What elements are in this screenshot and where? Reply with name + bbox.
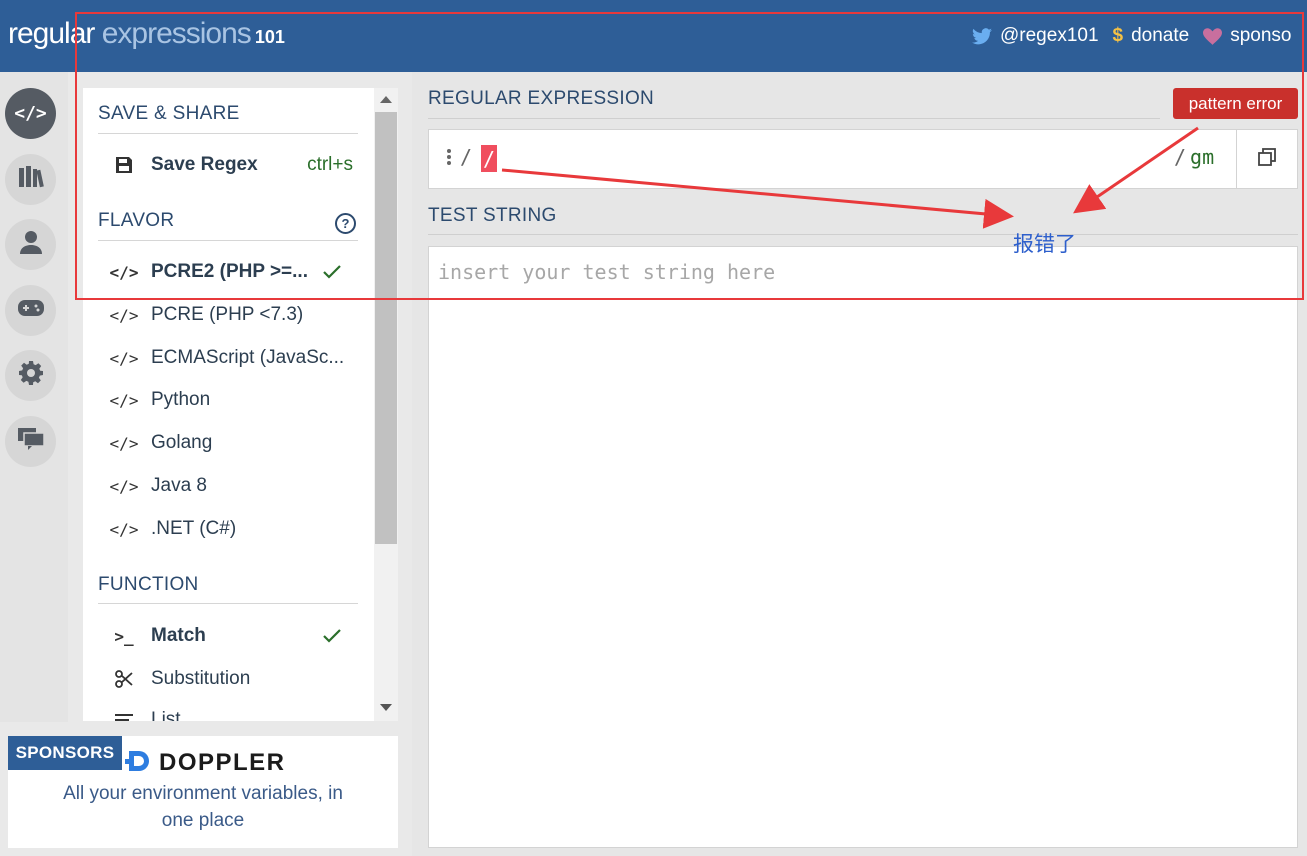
- divider: [428, 118, 1160, 119]
- regex-input[interactable]: /: [481, 145, 497, 172]
- twitter-link[interactable]: @regex101: [972, 25, 1099, 47]
- regex-close-delimiter: /: [1174, 145, 1187, 169]
- flavor-label: ECMAScript (JavaSc...: [151, 347, 345, 368]
- donate-label: donate: [1131, 25, 1190, 46]
- rail-button-settings[interactable]: [5, 350, 56, 401]
- sidebar-panel: SAVE & SHARE Save Regex ctrl+s FLAVOR ? …: [83, 88, 398, 721]
- code-icon: </>: [109, 305, 139, 325]
- flavor-pcre2[interactable]: </> PCRE2 (PHP >=...: [109, 255, 353, 289]
- flavor-dotnet[interactable]: </> .NET (C#): [109, 512, 353, 546]
- test-string-label: TEST STRING: [428, 205, 557, 226]
- sponsors-tag: SPONSORS: [8, 736, 122, 770]
- function-match[interactable]: >_ Match: [113, 619, 353, 653]
- twitter-label: @regex101: [1000, 25, 1099, 46]
- save-regex-button[interactable]: Save Regex ctrl+s: [113, 148, 353, 182]
- save-shortcut: ctrl+s: [307, 154, 353, 175]
- user-icon: [19, 230, 42, 259]
- sponsor-line: one place: [161, 810, 245, 831]
- check-icon: [323, 265, 341, 279]
- twitter-icon: [972, 27, 992, 45]
- library-icon: [18, 165, 44, 194]
- heart-icon: [1203, 27, 1223, 45]
- code-icon: </>: [109, 433, 139, 453]
- function-title: FUNCTION: [98, 574, 199, 595]
- flavor-label: Java 8: [151, 475, 207, 496]
- sponsor-line: All your environment variables, in: [63, 783, 343, 804]
- regex-open-delimiter: /: [460, 145, 473, 169]
- flavor-label: Golang: [151, 432, 213, 453]
- test-string-input[interactable]: [428, 246, 1298, 848]
- help-icon[interactable]: ?: [335, 213, 356, 234]
- annotation-label: 报错了: [1013, 232, 1076, 256]
- divider: [98, 603, 358, 604]
- function-label: Substitution: [151, 668, 251, 689]
- sponsor-link[interactable]: sponso: [1203, 25, 1292, 47]
- rail-button-quiz[interactable]: [5, 285, 56, 336]
- rail-button-editor[interactable]: </>: [5, 88, 56, 139]
- logo-expressions: expressions: [94, 17, 252, 50]
- rail-button-library[interactable]: [5, 154, 56, 205]
- code-icon: </>: [109, 348, 139, 368]
- regex-flags[interactable]: / gm: [1174, 145, 1214, 169]
- save-share-title: SAVE & SHARE: [98, 103, 240, 124]
- terminal-icon: >_: [114, 626, 134, 646]
- flavor-label: .NET (C#): [151, 518, 237, 539]
- flavor-golang[interactable]: </> Golang: [109, 426, 353, 460]
- code-icon: </>: [109, 390, 139, 410]
- logo-regular: regular: [8, 17, 95, 50]
- copy-icon: [1258, 147, 1276, 171]
- code-icon: </>: [109, 476, 139, 496]
- regex-input-box[interactable]: [428, 129, 1298, 189]
- divider: [428, 234, 1298, 235]
- function-substitution[interactable]: Substitution: [113, 662, 353, 696]
- code-icon: </>: [109, 262, 139, 282]
- save-regex-label: Save Regex: [151, 154, 258, 175]
- divider: [98, 133, 358, 134]
- gamepad-icon: [17, 299, 44, 322]
- copy-regex-button[interactable]: [1236, 130, 1297, 188]
- pattern-error-badge[interactable]: pattern error: [1173, 88, 1298, 119]
- flavor-java[interactable]: </> Java 8: [109, 469, 353, 503]
- scroll-up-icon[interactable]: [380, 96, 392, 103]
- dollar-icon: $: [1112, 25, 1124, 46]
- function-list[interactable]: List: [113, 703, 353, 721]
- flavor-label: PCRE (PHP <7.3): [151, 304, 304, 325]
- divider: [98, 240, 358, 241]
- flavor-python[interactable]: </> Python: [109, 383, 353, 417]
- scissors-icon: [113, 670, 135, 688]
- doppler-logo-icon: [125, 751, 151, 775]
- sponsor-tagline: All your environment variables, in one p…: [30, 780, 376, 834]
- rail-button-account[interactable]: [5, 219, 56, 270]
- check-icon: [323, 629, 341, 643]
- flavor-pcre[interactable]: </> PCRE (PHP <7.3): [109, 298, 353, 332]
- logo-101: 101: [254, 27, 285, 47]
- function-label: Match: [151, 625, 206, 646]
- flavor-label: PCRE2 (PHP >=...: [151, 261, 308, 282]
- drag-handle-icon[interactable]: [447, 149, 451, 167]
- test-string-placeholder: insert your test string here: [438, 260, 776, 284]
- donate-link[interactable]: $ donate: [1113, 25, 1190, 47]
- code-icon: </>: [109, 519, 139, 539]
- rail-button-community[interactable]: [5, 416, 56, 467]
- top-header: regular expressions 101 @regex101 $ donat…: [0, 0, 1307, 72]
- app-logo[interactable]: regular expressions 101: [8, 16, 285, 55]
- chat-icon: [17, 428, 45, 455]
- flavor-title: FLAVOR: [98, 210, 175, 231]
- floppy-icon: [113, 157, 135, 173]
- scroll-down-icon[interactable]: [380, 704, 392, 711]
- sponsor-label: sponso: [1230, 25, 1292, 46]
- list-icon: [113, 713, 135, 721]
- gear-icon: [18, 361, 43, 390]
- function-label: List: [151, 709, 181, 721]
- flags-value: gm: [1190, 145, 1215, 169]
- header-links: @regex101 $ donate sponso: [972, 22, 1306, 50]
- regex-section-label: REGULAR EXPRESSION: [428, 88, 655, 109]
- doppler-brand[interactable]: DOPPLER: [125, 749, 286, 777]
- nav-rail: </>: [0, 72, 68, 722]
- sidebar-scroll-thumb[interactable]: [375, 112, 397, 544]
- doppler-name: DOPPLER: [159, 749, 286, 776]
- flavor-ecmascript[interactable]: </> ECMAScript (JavaSc...: [109, 341, 353, 375]
- flavor-label: Python: [151, 389, 211, 410]
- code-icon: </>: [14, 103, 47, 124]
